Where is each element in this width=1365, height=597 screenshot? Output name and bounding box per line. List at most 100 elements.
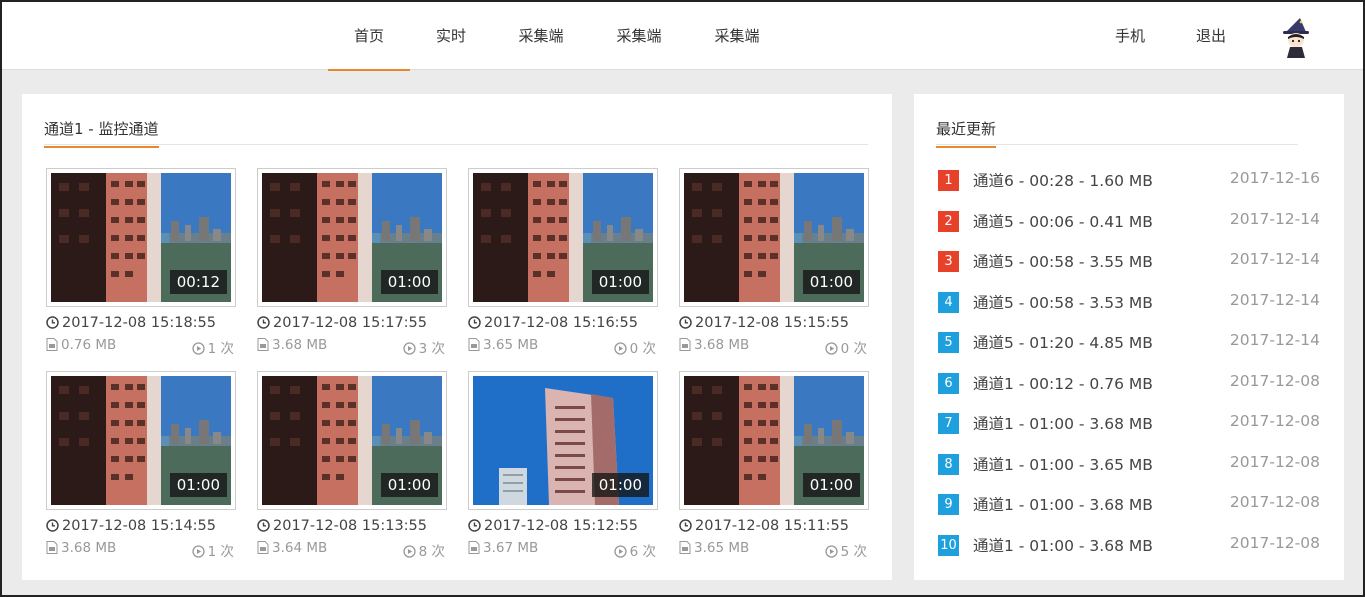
video-thumbnail[interactable]: 00:12 [46,168,236,307]
recent-item-date: 2017-12-08 [1229,371,1320,390]
video-thumbnail[interactable]: 01:00 [257,168,447,307]
recent-item-label[interactable]: 通道5 - 00:58 - 3.53 MB [973,291,1153,313]
video-size: 3.65 MB [468,337,538,353]
video-card[interactable]: 01:00 2017-12-08 15:16:55 3.65 MB 0 次 [464,168,658,368]
video-size-text: 3.64 MB [272,540,328,556]
recent-item-label[interactable]: 通道5 - 00:06 - 0.41 MB [973,210,1153,232]
recent-item[interactable]: 6 通道1 - 00:12 - 0.76 MB 2017-12-08 [938,371,1320,395]
recent-item-label[interactable]: 通道1 - 01:00 - 3.68 MB [973,493,1153,515]
video-card[interactable]: 01:00 2017-12-08 15:12:55 3.67 MB 6 次 [464,371,658,571]
video-card[interactable]: 01:00 2017-12-08 15:13:55 3.64 MB 8 次 [253,371,447,571]
video-timestamp: 2017-12-08 15:13:55 [257,518,427,534]
video-thumbnail[interactable]: 01:00 [257,371,447,510]
recent-item[interactable]: 8 通道1 - 01:00 - 3.65 MB 2017-12-08 [938,452,1320,476]
video-size-text: 3.68 MB [272,337,328,353]
video-card[interactable]: 01:00 2017-12-08 15:15:55 3.68 MB 0 次 [675,168,869,368]
video-size-text: 3.68 MB [61,540,117,556]
phone-link[interactable]: 手机 [1115,2,1145,70]
play-count-icon [402,341,419,357]
recent-panel: 最近更新 1 通道6 - 00:28 - 1.60 MB 2017-12-16 2 通道… [914,94,1344,580]
video-views-text: 0 次 [840,341,867,357]
top-navbar: 首页 实时 采集端 采集端 采集端 手机 退出 [2,2,1363,71]
clock-icon [468,518,484,534]
recent-item[interactable]: 4 通道5 - 00:58 - 3.53 MB 2017-12-14 [938,290,1320,314]
recent-item-label[interactable]: 通道5 - 01:20 - 4.85 MB [973,331,1153,353]
recent-item-date: 2017-12-14 [1229,290,1320,309]
recent-item-label[interactable]: 通道5 - 00:58 - 3.55 MB [973,250,1153,272]
clock-icon [468,315,484,331]
nav-item-home[interactable]: 首页 [328,2,410,71]
nav-item-collector-3[interactable]: 采集端 [688,2,786,70]
play-count-icon [824,544,841,560]
logout-link[interactable]: 退出 [1196,2,1226,70]
rank-badge: 2 [938,210,959,232]
video-duration: 00:12 [169,270,227,294]
video-card[interactable]: 01:00 2017-12-08 15:17:55 3.68 MB 3 次 [253,168,447,368]
video-thumbnail[interactable]: 01:00 [468,371,658,510]
play-count-icon [191,544,208,560]
wizard-avatar-icon[interactable] [1278,17,1314,59]
file-icon [257,540,272,556]
video-thumbnail[interactable]: 01:00 [679,168,869,307]
video-thumbnail[interactable]: 01:00 [46,371,236,510]
file-icon [46,540,61,556]
video-timestamp: 2017-12-08 15:14:55 [46,518,216,534]
recent-item[interactable]: 9 通道1 - 01:00 - 3.68 MB 2017-12-08 [938,492,1320,516]
nav-item-realtime[interactable]: 实时 [410,2,492,70]
video-size-text: 3.65 MB [483,337,539,353]
nav-item-collector-1[interactable]: 采集端 [492,2,590,70]
video-card[interactable]: 01:00 2017-12-08 15:14:55 3.68 MB 1 次 [42,371,236,571]
file-icon [468,540,483,556]
channel-panel: 通道1 - 监控通道 00:12 2017-12-08 15:18:55 0.76 … [22,94,892,580]
video-size: 3.68 MB [46,540,116,556]
video-card[interactable]: 00:12 2017-12-08 15:18:55 0.76 MB 1 次 [42,168,236,368]
recent-item[interactable]: 10 通道1 - 01:00 - 3.68 MB 2017-12-08 [938,533,1320,557]
recent-item[interactable]: 3 通道5 - 00:58 - 3.55 MB 2017-12-14 [938,249,1320,273]
video-duration: 01:00 [802,473,860,497]
video-views: 6 次 [613,540,656,560]
recent-item-label[interactable]: 通道1 - 01:00 - 3.68 MB [973,412,1153,434]
rank-badge: 4 [938,291,959,313]
file-icon [679,337,694,353]
play-count-icon [613,341,630,357]
play-count-icon [613,544,630,560]
video-views-text: 5 次 [840,544,867,560]
recent-item-label[interactable]: 通道1 - 01:00 - 3.68 MB [973,534,1153,556]
recent-item-label[interactable]: 通道6 - 00:28 - 1.60 MB [973,169,1153,191]
file-icon [46,337,61,353]
clock-icon [46,315,62,331]
play-count-icon [402,544,419,560]
clock-icon [257,315,273,331]
panel-divider [44,144,868,145]
recent-item[interactable]: 5 通道5 - 01:20 - 4.85 MB 2017-12-14 [938,330,1320,354]
video-card[interactable]: 01:00 2017-12-08 15:11:55 3.65 MB 5 次 [675,371,869,571]
file-icon [468,337,483,353]
video-size: 3.68 MB [257,337,327,353]
video-size-text: 0.76 MB [61,337,117,353]
video-size-text: 3.68 MB [694,337,750,353]
play-count-icon [824,341,841,357]
video-size: 3.68 MB [679,337,749,353]
recent-item[interactable]: 1 通道6 - 00:28 - 1.60 MB 2017-12-16 [938,168,1320,192]
rank-badge: 6 [938,372,959,394]
video-timestamp: 2017-12-08 15:11:55 [679,518,849,534]
video-duration: 01:00 [380,270,438,294]
video-views: 8 次 [402,540,445,560]
nav-item-collector-2[interactable]: 采集端 [590,2,688,70]
rank-badge: 3 [938,251,959,272]
recent-item-label[interactable]: 通道1 - 00:12 - 0.76 MB [973,372,1153,394]
video-timestamp: 2017-12-08 15:18:55 [46,315,216,331]
recent-item-date: 2017-12-08 [1229,533,1320,552]
video-thumbnail[interactable]: 01:00 [679,371,869,510]
video-time-text: 2017-12-08 15:17:55 [273,315,427,331]
recent-item-date: 2017-12-08 [1229,493,1320,511]
video-time-text: 2017-12-08 15:11:55 [695,518,849,534]
video-time-text: 2017-12-08 15:14:55 [62,518,216,534]
recent-item-label[interactable]: 通道1 - 01:00 - 3.65 MB [973,453,1153,475]
recent-item[interactable]: 2 通道5 - 00:06 - 0.41 MB 2017-12-14 [938,209,1320,233]
video-duration: 01:00 [169,473,227,497]
video-thumbnail[interactable]: 01:00 [468,168,658,307]
video-views-text: 3 次 [418,341,445,357]
recent-item-date: 2017-12-16 [1229,169,1320,187]
recent-item[interactable]: 7 通道1 - 01:00 - 3.68 MB 2017-12-08 [938,411,1320,435]
